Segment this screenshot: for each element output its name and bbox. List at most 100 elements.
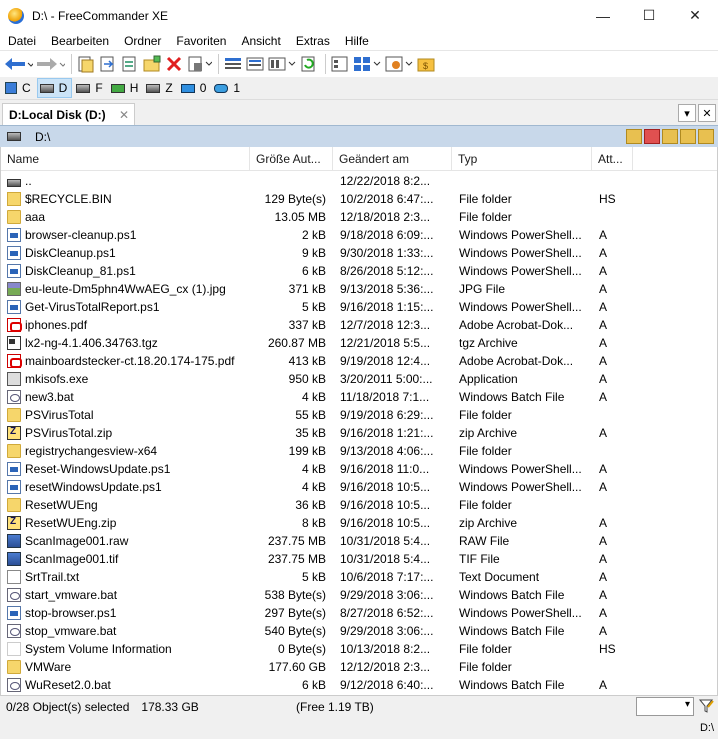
up-file-icon xyxy=(7,179,21,187)
menu-hilfe[interactable]: Hilfe xyxy=(337,34,376,48)
file-attributes: A xyxy=(599,372,608,386)
table-row[interactable]: mainboardstecker-ct.18.20.174-175.pdf 413… xyxy=(1,352,717,370)
table-row[interactable]: new3.bat 4 kB 11/18/2018 7:1... Windows Bat… xyxy=(1,388,717,406)
table-row[interactable]: System Volume Information 0 Byte(s) 10/13/… xyxy=(1,640,717,658)
file-size: 540 Byte(s) xyxy=(264,624,326,638)
filter-combo[interactable] xyxy=(636,697,694,716)
root-folder-icon[interactable] xyxy=(680,129,696,144)
menu-datei[interactable]: Datei xyxy=(0,34,43,48)
folder-file-icon xyxy=(7,408,21,422)
file-modified: 9/16/2018 11:0... xyxy=(340,462,430,476)
favorites-folder-button[interactable]: $ xyxy=(416,53,436,75)
file-name: ScanImage001.raw xyxy=(25,534,129,548)
tab-close-button[interactable]: ✕ xyxy=(698,104,716,122)
footer: D:\ xyxy=(0,717,718,739)
table-row[interactable]: stop_vmware.bat 540 Byte(s) 9/29/2018 3:06… xyxy=(1,622,717,640)
drive-z[interactable]: Z xyxy=(144,78,176,98)
table-row[interactable]: registrychangesview-x64 199 kB 9/13/2018 4… xyxy=(1,442,717,460)
parent-folder-icon[interactable] xyxy=(662,129,678,144)
file-attributes: A xyxy=(599,390,608,404)
column-modified[interactable]: Geändert am xyxy=(333,147,452,171)
file-name-cell: mainboardstecker-ct.18.20.174-175.pdf xyxy=(1,352,250,370)
current-path[interactable]: D:\ xyxy=(35,130,50,144)
table-row[interactable]: Get-VirusTotalReport.ps1 5 kB 9/16/2018 1:… xyxy=(1,298,717,316)
minimize-button[interactable]: — xyxy=(580,0,626,31)
bat-file-icon xyxy=(7,588,21,602)
file-modified: 10/6/2018 7:17:... xyxy=(340,570,434,584)
tab-menu-button[interactable]: ▾ xyxy=(678,104,696,122)
file-modified: 9/16/2018 10:5... xyxy=(340,480,431,494)
view-details-button[interactable] xyxy=(223,53,243,75)
copy-icon xyxy=(78,56,94,73)
new-folder-button[interactable] xyxy=(142,53,162,75)
table-row[interactable]: PSVirusTotal 55 kB 9/19/2018 6:29:... File … xyxy=(1,406,717,424)
forward-arrow-icon xyxy=(37,58,65,70)
file-attributes: A xyxy=(599,354,608,368)
drive-c[interactable]: C xyxy=(3,78,35,98)
table-row[interactable]: PSVirusTotal.zip 35 kB 9/16/2018 1:21:... z… xyxy=(1,424,717,442)
properties-button[interactable] xyxy=(186,53,212,75)
table-row[interactable]: lx2-ng-4.1.406.34763.tgz 260.87 MB 12/21/2… xyxy=(1,334,717,352)
table-row[interactable]: SrtTrail.txt 5 kB 10/6/2018 7:17:... Text D… xyxy=(1,568,717,586)
view-list-button[interactable] xyxy=(245,53,265,75)
drive-0[interactable]: 0 xyxy=(179,78,211,98)
refresh-button[interactable] xyxy=(299,53,319,75)
folder-tree-icon[interactable] xyxy=(698,129,714,144)
tab-local-disk-d[interactable]: D:Local Disk (D:) ✕ xyxy=(2,103,135,125)
file-type: Windows PowerShell... xyxy=(459,300,582,314)
file-modified: 10/13/2018 8:2... xyxy=(340,642,431,656)
menu-bearbeiten[interactable]: Bearbeiten xyxy=(43,34,116,48)
table-row[interactable]: stop-browser.ps1 297 Byte(s) 8/27/2018 6:5… xyxy=(1,604,717,622)
menu-ordner[interactable]: Ordner xyxy=(116,34,168,48)
table-row[interactable]: $RECYCLE.BIN 129 Byte(s) 10/2/2018 6:47:..… xyxy=(1,190,717,208)
column-name[interactable]: Name xyxy=(1,147,250,171)
table-row[interactable]: DiskCleanup_81.ps1 6 kB 8/26/2018 5:12:...… xyxy=(1,262,717,280)
favorites-folder-icon[interactable] xyxy=(644,129,660,144)
table-row[interactable]: DiskCleanup.ps1 9 kB 9/30/2018 1:33:... Win… xyxy=(1,244,717,262)
table-row[interactable]: start_vmware.bat 538 Byte(s) 9/29/2018 3:0… xyxy=(1,586,717,604)
table-row[interactable]: eu-leute-Dm5phn4WwAEG_cx (1).jpg 371 kB 9/… xyxy=(1,280,717,298)
drive-d[interactable]: D xyxy=(36,78,73,98)
file-name-cell: SrtTrail.txt xyxy=(1,568,250,586)
back-button[interactable] xyxy=(3,53,33,75)
file-size: 6 kB xyxy=(301,264,326,278)
column-attributes[interactable]: Att... xyxy=(592,147,633,171)
table-row[interactable]: ScanImage001.tif 237.75 MB 10/31/2018 5:4.… xyxy=(1,550,717,568)
delete-button[interactable] xyxy=(164,53,184,75)
forward-button[interactable] xyxy=(35,53,65,75)
column-type[interactable]: Typ xyxy=(452,147,592,171)
file-type: Adobe Acrobat-Dok... xyxy=(459,354,574,368)
table-row[interactable]: .. 12/22/2018 8:2... xyxy=(1,172,717,190)
table-row[interactable]: ResetWUEng 36 kB 9/16/2018 10:5... File fol… xyxy=(1,496,717,514)
drive-1[interactable]: 1 xyxy=(212,78,244,98)
table-row[interactable]: aaa 13.05 MB 12/18/2018 2:3... File folder xyxy=(1,208,717,226)
filter-icon[interactable] xyxy=(699,699,714,713)
drive-f[interactable]: F xyxy=(74,78,106,98)
settings-button[interactable] xyxy=(384,53,414,75)
copy-button[interactable] xyxy=(76,53,96,75)
tab-close-icon[interactable]: ✕ xyxy=(119,108,129,122)
menu-ansicht[interactable]: Ansicht xyxy=(233,34,287,48)
close-button[interactable]: ✕ xyxy=(672,0,718,31)
table-row[interactable]: iphones.pdf 337 kB 12/7/2018 12:3... Adobe … xyxy=(1,316,717,334)
table-row[interactable]: resetWindowsUpdate.ps1 4 kB 9/16/2018 10:5… xyxy=(1,478,717,496)
history-folder-icon[interactable] xyxy=(626,129,642,144)
table-row[interactable]: Reset-WindowsUpdate.ps1 4 kB 9/16/2018 11:… xyxy=(1,460,717,478)
drive-h[interactable]: H xyxy=(109,78,143,98)
file-name: ResetWUEng.zip xyxy=(25,516,117,530)
table-row[interactable]: ScanImage001.raw 237.75 MB 10/31/2018 5:4.… xyxy=(1,532,717,550)
layout-button[interactable] xyxy=(352,53,382,75)
view-columns-button[interactable] xyxy=(267,53,297,75)
table-row[interactable]: browser-cleanup.ps1 2 kB 9/18/2018 6:09:..… xyxy=(1,226,717,244)
table-row[interactable]: mkisofs.exe 950 kB 3/20/2011 5:00:... Appli… xyxy=(1,370,717,388)
move-button[interactable] xyxy=(98,53,118,75)
new-file-button[interactable] xyxy=(120,53,140,75)
compare-button[interactable] xyxy=(330,53,350,75)
column-size[interactable]: Größe Aut... xyxy=(250,147,333,171)
menu-extras[interactable]: Extras xyxy=(288,34,337,48)
table-row[interactable]: VMWare 177.60 GB 12/12/2018 2:3... File fol… xyxy=(1,658,717,676)
maximize-button[interactable]: ☐ xyxy=(626,0,672,31)
menu-favoriten[interactable]: Favoriten xyxy=(168,34,233,48)
table-row[interactable]: ResetWUEng.zip 8 kB 9/16/2018 10:5... zip A… xyxy=(1,514,717,532)
table-row[interactable]: WuReset2.0.bat 6 kB 9/12/2018 6:40:... Wind… xyxy=(1,676,717,694)
